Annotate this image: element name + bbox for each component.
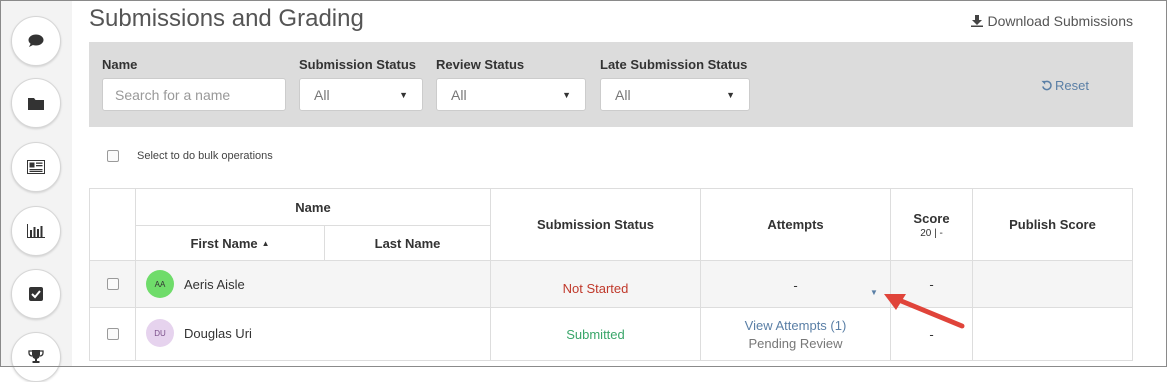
- trophy-icon: [28, 350, 44, 363]
- analytics-button[interactable]: [11, 206, 61, 256]
- score-header-sub: 20 | -: [920, 227, 943, 239]
- folder-button[interactable]: [11, 78, 61, 128]
- name-filter-label: Name: [102, 57, 138, 72]
- table-row-attempts: - ▼: [701, 261, 891, 308]
- name-search-input[interactable]: Search for a name: [102, 78, 286, 111]
- checkbox-icon: [29, 287, 43, 301]
- header-attempts: Attempts: [701, 189, 891, 261]
- achievements-button[interactable]: [11, 332, 61, 382]
- submission-status-label: Submission Status: [299, 57, 417, 72]
- reset-icon: [1041, 80, 1052, 91]
- annotation-arrow-icon: [884, 294, 965, 329]
- table-row-publish: [973, 261, 1133, 308]
- submission-status-value: All: [314, 86, 330, 103]
- bulk-operations: Select to do bulk operations: [107, 150, 273, 162]
- download-submissions-link[interactable]: Download Submissions: [971, 13, 1133, 29]
- late-submission-status-label: Late Submission Status: [600, 57, 748, 72]
- avatar: DU: [146, 319, 174, 347]
- header-publish-score: Publish Score: [973, 189, 1133, 261]
- chat-bubble-icon: [28, 34, 44, 47]
- caret-down-icon: ▼: [726, 89, 735, 100]
- caret-down-icon: ▼: [562, 89, 571, 100]
- download-submissions-label: Download Submissions: [987, 13, 1133, 29]
- student-name[interactable]: Douglas Uri: [184, 326, 252, 341]
- late-submission-status-select[interactable]: All ▼: [600, 78, 750, 111]
- table-row-publish: [973, 308, 1133, 361]
- table-row-select: [89, 261, 136, 308]
- header-last-name[interactable]: Last Name: [325, 226, 491, 261]
- review-status-label: Review Status: [436, 57, 525, 72]
- download-icon: [971, 15, 984, 27]
- sort-ascending-icon: ▲: [261, 238, 270, 248]
- reset-label: Reset: [1055, 78, 1089, 93]
- submissions-table: Name First Name ▲ Last Name Submission S…: [89, 188, 1133, 368]
- attempts-status-text: Pending Review: [748, 336, 843, 351]
- avatar: AA: [146, 270, 174, 298]
- header-name-group: Name: [136, 189, 491, 226]
- page-title: Submissions and Grading: [89, 5, 364, 32]
- submission-status-select[interactable]: All ▼: [299, 78, 423, 111]
- late-submission-status-value: All: [615, 86, 631, 103]
- table-row-name: DU Douglas Uri: [136, 308, 491, 361]
- table-row-status: Not Started: [491, 261, 701, 308]
- reset-button[interactable]: Reset: [1041, 78, 1089, 93]
- attempts-dropdown-icon[interactable]: ▼: [870, 288, 878, 297]
- review-status-select[interactable]: All ▼: [436, 78, 586, 111]
- left-sidebar: [0, 0, 72, 382]
- chat-button[interactable]: [11, 16, 61, 66]
- score-header-label: Score: [913, 210, 950, 226]
- header-submission-status: Submission Status: [491, 189, 701, 261]
- folder-icon: [28, 97, 44, 110]
- student-name[interactable]: Aeris Aisle: [184, 277, 245, 292]
- newspaper-button[interactable]: [11, 142, 61, 192]
- bar-chart-icon: [27, 224, 45, 238]
- first-name-header-label: First Name: [190, 235, 258, 251]
- submission-status-text: Submitted: [566, 327, 625, 342]
- header-select-cell: [89, 189, 136, 261]
- grading-button[interactable]: [11, 269, 61, 319]
- newspaper-icon: [27, 160, 45, 174]
- header-first-name[interactable]: First Name ▲: [136, 226, 325, 261]
- table-row-name: AA Aeris Aisle: [136, 261, 491, 308]
- table-row-status: Submitted: [491, 308, 701, 361]
- table-row-select: [89, 308, 136, 361]
- attempts-value: -: [793, 277, 798, 293]
- caret-down-icon: ▼: [399, 89, 408, 100]
- filter-panel: Name Search for a name Submission Status…: [89, 42, 1133, 127]
- submission-status-text: Not Started: [562, 280, 629, 296]
- review-status-value: All: [451, 86, 467, 103]
- table-row-attempts: View Attempts (1) Pending Review: [701, 308, 891, 361]
- name-search-placeholder: Search for a name: [115, 86, 231, 103]
- row-checkbox[interactable]: [106, 278, 119, 290]
- bulk-select-checkbox[interactable]: [107, 150, 119, 162]
- row-checkbox[interactable]: [106, 328, 119, 340]
- header-score: Score 20 | -: [891, 189, 973, 261]
- view-attempts-link[interactable]: View Attempts (1): [745, 318, 847, 333]
- bulk-operations-label: Select to do bulk operations: [137, 150, 273, 162]
